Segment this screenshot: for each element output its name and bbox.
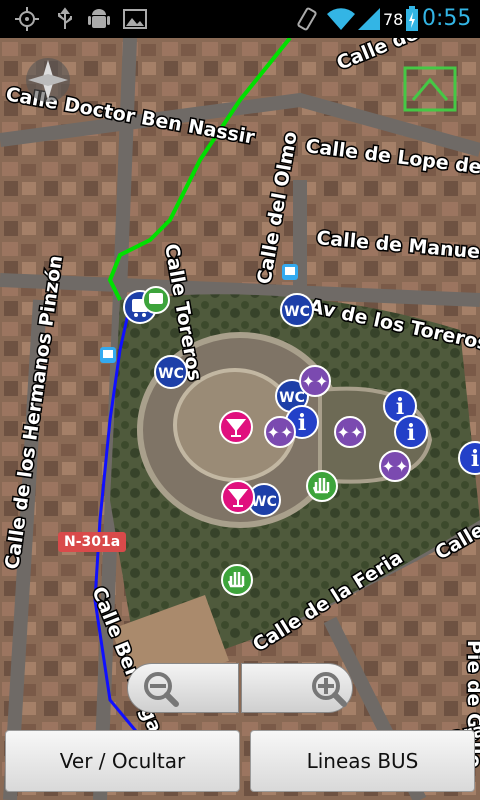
wifi-icon bbox=[327, 8, 355, 30]
road-badge: N-301a bbox=[58, 532, 127, 552]
svg-text:✦✦: ✦✦ bbox=[382, 457, 409, 476]
svg-text:✦✦: ✦✦ bbox=[302, 372, 329, 391]
wc-marker[interactable]: WC bbox=[280, 293, 314, 327]
bus-stop-small-icon[interactable] bbox=[100, 347, 116, 363]
stars-event-icon[interactable]: ✦✦ bbox=[334, 416, 366, 448]
hand-icon[interactable] bbox=[221, 564, 253, 596]
stars-event-icon[interactable]: ✦✦ bbox=[299, 365, 331, 397]
svg-text:✦✦: ✦✦ bbox=[267, 423, 294, 442]
svg-text:i: i bbox=[407, 420, 415, 446]
clock: 0:55 bbox=[422, 6, 472, 31]
svg-text:WC: WC bbox=[251, 494, 277, 510]
battery-icon bbox=[406, 6, 418, 31]
toggle-visibility-button[interactable]: Ver / Ocultar bbox=[5, 730, 240, 792]
zoom-controls bbox=[127, 663, 353, 713]
stars-event-icon[interactable]: ✦✦ bbox=[264, 416, 296, 448]
info-marker[interactable]: i bbox=[394, 415, 428, 449]
hand-icon[interactable] bbox=[306, 470, 338, 502]
svg-text:WC: WC bbox=[279, 390, 305, 406]
bus-stop-small-icon[interactable] bbox=[282, 264, 298, 280]
cocktail-bar-icon[interactable] bbox=[219, 410, 253, 444]
svg-text:WC: WC bbox=[158, 366, 184, 382]
android-debug-icon bbox=[88, 9, 110, 28]
stars-event-icon[interactable]: ✦✦ bbox=[379, 450, 411, 482]
vibrate-icon bbox=[297, 7, 317, 31]
wc-marker[interactable]: WC bbox=[154, 355, 188, 389]
zoom-out-icon bbox=[144, 672, 179, 707]
bus-stop-icon[interactable] bbox=[142, 286, 170, 314]
gps-icon bbox=[15, 7, 39, 31]
bus-lines-button[interactable]: Lineas BUS bbox=[250, 730, 475, 792]
signal-icon bbox=[358, 8, 380, 30]
zoom-in-button[interactable] bbox=[241, 663, 353, 713]
image-icon bbox=[123, 9, 147, 29]
usb-icon bbox=[58, 7, 72, 29]
svg-text:WC: WC bbox=[284, 304, 310, 320]
zoom-in-icon bbox=[312, 672, 347, 707]
zoom-out-button[interactable] bbox=[127, 663, 239, 713]
cocktail-bar-icon[interactable] bbox=[221, 480, 255, 514]
svg-text:i: i bbox=[471, 446, 479, 472]
compass-icon[interactable] bbox=[26, 58, 70, 102]
svg-text:✦✦: ✦✦ bbox=[337, 423, 364, 442]
status-bar: 78 0:55 bbox=[0, 0, 480, 38]
svg-text:i: i bbox=[396, 394, 404, 420]
battery-level: 78 bbox=[383, 10, 404, 29]
svg-text:i: i bbox=[298, 410, 306, 436]
